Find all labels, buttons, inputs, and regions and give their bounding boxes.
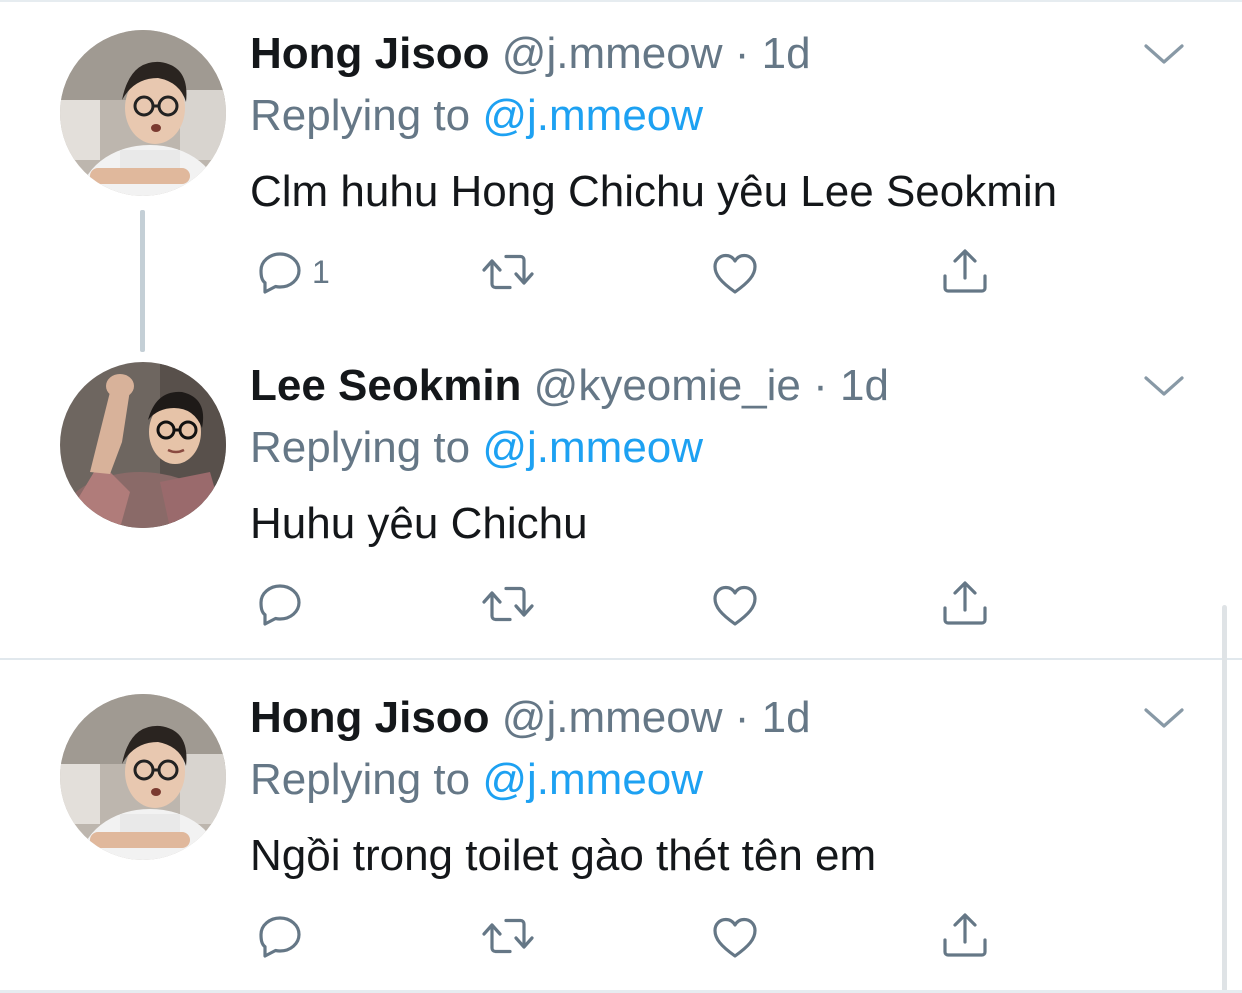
replying-to-mention[interactable]: @j.mmeow	[482, 91, 703, 140]
like-button[interactable]	[711, 580, 759, 632]
retweet-icon	[480, 580, 536, 628]
tweet-text: Huhu yêu Chichu	[250, 499, 588, 548]
reply-count: 1	[312, 253, 330, 290]
replying-to-line: Replying to @j.mmeow	[250, 752, 703, 808]
reply-icon	[256, 580, 304, 628]
tweet-header: Hong Jisoo @j.mmeow · 1d	[250, 26, 811, 82]
share-icon	[941, 248, 989, 296]
retweet-button[interactable]	[480, 578, 536, 630]
tweet-2[interactable]: Lee Seokmin @kyeomie_ie · 1d Replying to…	[0, 330, 1242, 658]
user-handle[interactable]: @j.mmeow	[502, 693, 723, 742]
heart-icon	[711, 582, 759, 630]
share-icon	[941, 580, 989, 628]
tweet-timestamp[interactable]: 1d	[840, 361, 889, 410]
display-name[interactable]: Hong Jisoo	[250, 29, 490, 78]
retweet-button[interactable]	[480, 246, 536, 298]
tweet-1[interactable]: Hong Jisoo @j.mmeow · 1d Replying to @j.…	[0, 0, 1242, 352]
share-button[interactable]	[941, 246, 989, 298]
like-button[interactable]	[711, 912, 759, 964]
chevron-down-icon[interactable]	[1142, 40, 1186, 68]
replying-to-line: Replying to @j.mmeow	[250, 88, 703, 144]
share-button[interactable]	[941, 910, 989, 962]
reply-button[interactable]	[256, 578, 312, 630]
tweet-header: Lee Seokmin @kyeomie_ie · 1d	[250, 358, 889, 414]
retweet-icon	[480, 248, 536, 296]
avatar[interactable]	[60, 362, 226, 528]
tweet-text: Ngồi trong toilet gào thét tên em	[250, 831, 877, 880]
avatar[interactable]	[60, 30, 226, 196]
separator-dot: ·	[813, 361, 828, 410]
replying-to-label: Replying to	[250, 755, 483, 804]
user-handle[interactable]: @j.mmeow	[502, 29, 723, 78]
tweet-timestamp[interactable]: 1d	[762, 29, 811, 78]
reply-button[interactable]	[256, 910, 312, 962]
like-button[interactable]	[711, 248, 759, 300]
avatar[interactable]	[60, 694, 226, 860]
tweet-header: Hong Jisoo @j.mmeow · 1d	[250, 690, 811, 746]
replying-to-label: Replying to	[250, 91, 483, 140]
tweet-timestamp[interactable]: 1d	[762, 693, 811, 742]
share-button[interactable]	[941, 578, 989, 630]
share-icon	[941, 912, 989, 960]
retweet-button[interactable]	[480, 910, 536, 962]
chevron-down-icon[interactable]	[1142, 372, 1186, 400]
replying-to-label: Replying to	[250, 423, 483, 472]
reply-icon	[256, 912, 304, 960]
tweet-text: Clm huhu Hong Chichu yêu Lee Seokmin	[250, 167, 1058, 216]
reply-icon	[256, 248, 304, 296]
tweet-3[interactable]: Hong Jisoo @j.mmeow · 1d Replying to @j.…	[0, 660, 1242, 990]
display-name[interactable]: Hong Jisoo	[250, 693, 490, 742]
heart-icon	[711, 250, 759, 298]
replying-to-mention[interactable]: @j.mmeow	[482, 423, 703, 472]
separator-dot: ·	[734, 29, 750, 78]
scrollbar[interactable]	[1222, 605, 1227, 993]
separator-dot: ·	[734, 693, 750, 742]
user-handle[interactable]: @kyeomie_ie	[534, 361, 801, 410]
heart-icon	[711, 914, 759, 962]
replying-to-mention[interactable]: @j.mmeow	[482, 755, 703, 804]
display-name[interactable]: Lee Seokmin	[250, 361, 521, 410]
retweet-icon	[480, 912, 536, 960]
replying-to-line: Replying to @j.mmeow	[250, 420, 703, 476]
chevron-down-icon[interactable]	[1142, 704, 1186, 732]
reply-button[interactable]: 1	[256, 246, 330, 298]
